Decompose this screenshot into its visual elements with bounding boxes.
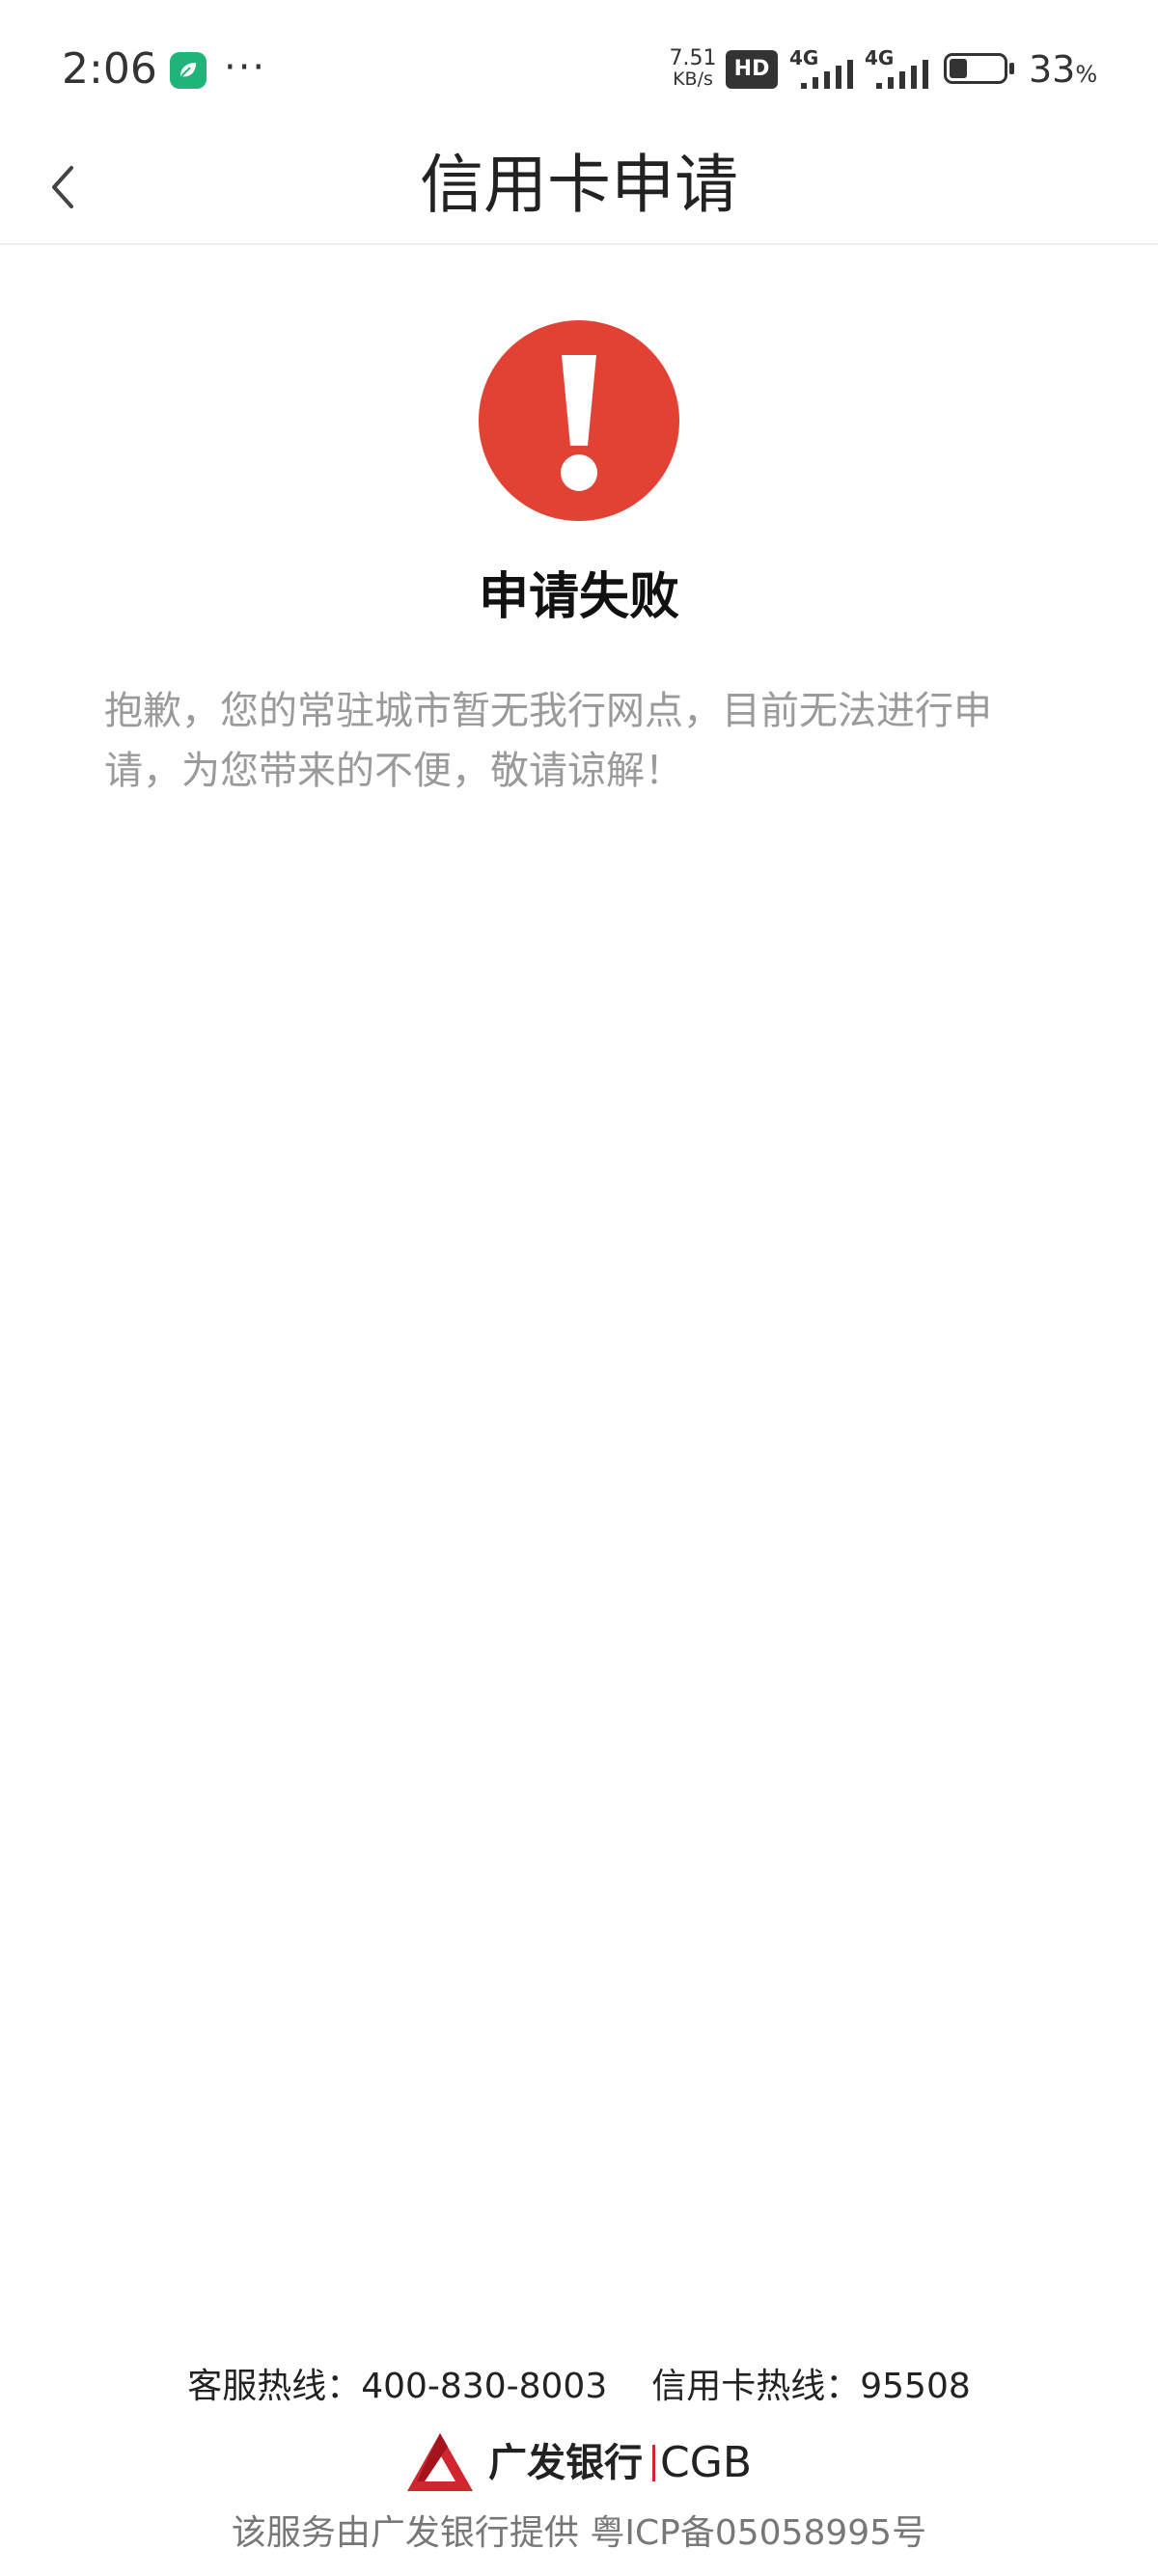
logo-divider [652,2445,655,2481]
result-message: 抱歉，您的常驻城市暂无我行网点，目前无法进行申请，为您带来的不便，敬请谅解！ [104,689,992,793]
bank-name-cn: 广发银行 [488,2441,643,2485]
network-speed: 7.51 KB/s [666,46,720,90]
status-bar: 2:06 ··· 7.51 KB/s HD 4G 4G 33% [0,0,1158,125]
sim2-signal-icon: 4G [865,48,936,89]
network-speed-unit: KB/s [673,69,713,90]
bank-logo: 广发银行 CGB [405,2431,762,2495]
chevron-left-icon [52,166,73,208]
result-title: 申请失败 [478,568,679,626]
sim1-signal-icon: 4G [789,48,861,89]
nav-bar: 信用卡申请 [0,125,1158,245]
battery-percent-unit: % [1075,61,1098,88]
bank-name-en: CGB [660,2438,753,2487]
status-time: 2:06 [62,44,157,94]
exclamation-circle-icon [479,320,679,521]
footer-hotlines: 客服热线：400-830-8003 信用卡热线：95508 [0,2358,1158,2416]
footer-note: 该服务由广发银行提供 粤ICP备05058995号 [231,2513,927,2553]
battery-percent-value: 33 [1029,48,1076,91]
back-button[interactable] [29,147,106,224]
cgb-logo-icon [407,2433,473,2491]
network-speed-value: 7.51 [669,46,717,70]
app-notification-icon [170,52,207,89]
battery-icon [944,53,1017,88]
service-hotline[interactable]: 客服热线：400-830-8003 [187,2367,607,2406]
battery-percentage: 33% [1029,42,1097,101]
card-hotline[interactable]: 信用卡热线：95508 [651,2367,971,2406]
page-title: 信用卡申请 [420,148,738,222]
more-notifications-icon: ··· [224,45,267,90]
battery-level-fill [950,59,967,78]
hd-voice-badge: HD [726,50,778,89]
